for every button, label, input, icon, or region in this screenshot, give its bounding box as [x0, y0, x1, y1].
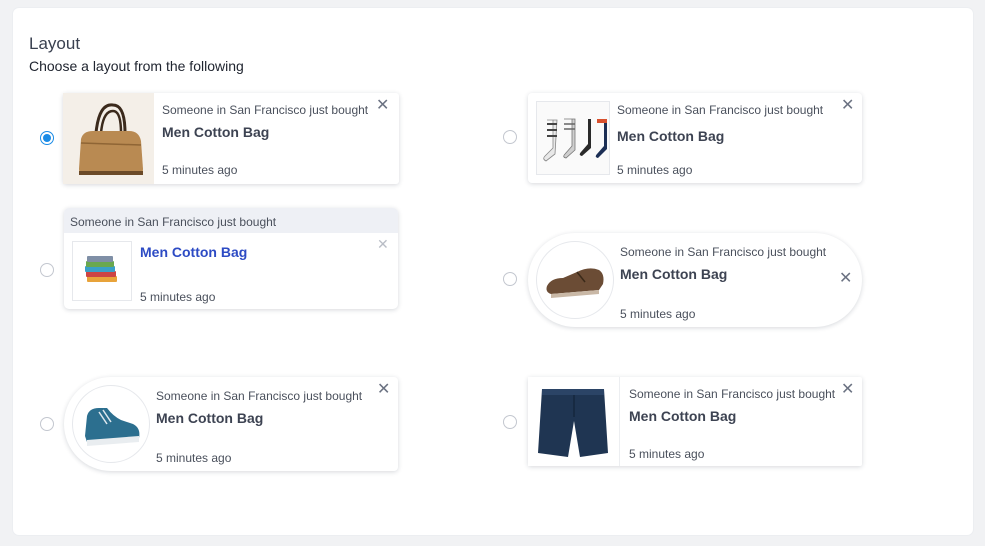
layout-3-card[interactable]: Someone in San Francisco just bought Men… — [64, 208, 398, 309]
leather-shoe-image — [536, 241, 614, 319]
layout-1-radio[interactable] — [40, 131, 54, 145]
handbag-image — [63, 93, 154, 184]
product-name: Men Cotton Bag — [156, 410, 264, 426]
notification-message: Someone in San Francisco just bought — [156, 389, 363, 403]
product-name: Men Cotton Bag — [617, 128, 725, 144]
notification-message: Someone in San Francisco just bought — [629, 387, 836, 401]
product-name: Men Cotton Bag — [620, 266, 728, 282]
time-ago: 5 minutes ago — [617, 163, 693, 177]
layout-3-radio[interactable] — [40, 263, 54, 277]
layout-5-card[interactable]: Someone in San Francisco just bought Men… — [64, 377, 398, 471]
layout-5-radio[interactable] — [40, 417, 54, 431]
time-ago: 5 minutes ago — [140, 290, 216, 304]
section-title: Layout — [29, 34, 81, 53]
notification-message: Someone in San Francisco just bought — [162, 103, 369, 117]
close-icon[interactable]: ✕ — [377, 237, 389, 253]
notification-message: Someone in San Francisco just bought — [617, 103, 824, 117]
folded-shirts-image — [72, 241, 132, 301]
close-icon[interactable]: ✕ — [377, 381, 390, 397]
product-name: Men Cotton Bag — [162, 124, 270, 140]
sneaker-image — [72, 385, 150, 463]
close-icon[interactable]: ✕ — [376, 97, 389, 113]
layout-6-card[interactable]: Someone in San Francisco just bought Men… — [528, 377, 862, 466]
notification-message: Someone in San Francisco just bought — [70, 215, 277, 229]
shorts-image — [528, 377, 620, 466]
product-name: Men Cotton Bag — [629, 408, 737, 424]
close-icon[interactable]: ✕ — [839, 270, 852, 286]
layout-2-radio[interactable] — [503, 130, 517, 144]
close-icon[interactable]: ✕ — [841, 381, 854, 397]
close-icon[interactable]: ✕ — [841, 97, 854, 113]
notification-message: Someone in San Francisco just bought — [620, 245, 827, 259]
time-ago: 5 minutes ago — [162, 163, 238, 177]
section-subtitle: Choose a layout from the following — [29, 58, 244, 74]
time-ago: 5 minutes ago — [629, 447, 705, 461]
time-ago: 5 minutes ago — [620, 307, 696, 321]
socks-image — [536, 101, 610, 175]
time-ago: 5 minutes ago — [156, 451, 232, 465]
layout-2-card[interactable]: Someone in San Francisco just bought Men… — [528, 93, 862, 183]
layout-1-card[interactable]: Someone in San Francisco just bought Men… — [63, 93, 399, 184]
layout-6-radio[interactable] — [503, 415, 517, 429]
product-name: Men Cotton Bag — [140, 244, 248, 260]
layout-4-radio[interactable] — [503, 272, 517, 286]
layout-4-card[interactable]: Someone in San Francisco just bought Men… — [528, 233, 862, 327]
